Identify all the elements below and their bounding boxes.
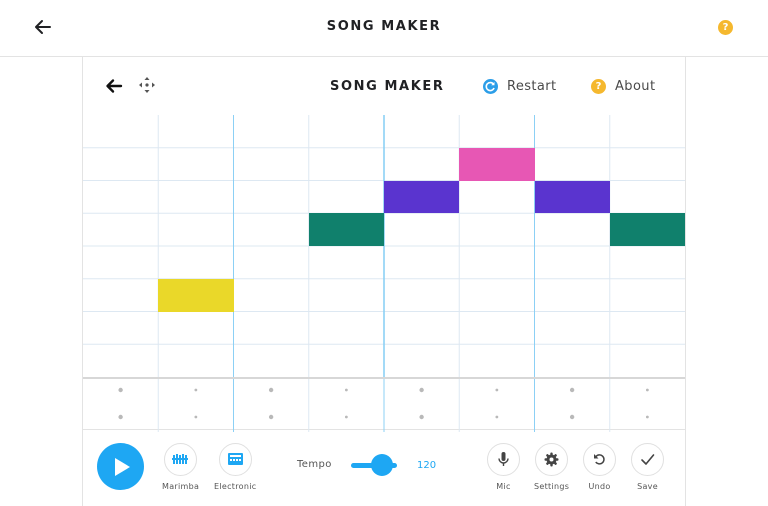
gear-icon <box>535 443 569 476</box>
percussion-dot <box>645 415 649 419</box>
electronic-label: Electronic <box>214 482 257 491</box>
percussion-dot <box>344 415 348 419</box>
top-bar: SONG MAKER ? <box>0 0 768 57</box>
note-block[interactable] <box>384 180 460 214</box>
electronic-icon <box>218 443 252 476</box>
back-arrow-icon[interactable] <box>105 77 123 95</box>
mic-label: Mic <box>496 482 511 491</box>
mic-icon <box>487 443 520 476</box>
save-button[interactable]: Save <box>631 443 664 491</box>
restart-label: Restart <box>507 78 557 94</box>
restart-button[interactable]: Restart <box>483 77 557 95</box>
undo-icon <box>583 443 616 476</box>
percussion-lines <box>118 379 649 432</box>
song-maker-frame: SONG MAKER Restart ? About Marimba Elect… <box>82 57 686 506</box>
settings-label: Settings <box>534 482 570 491</box>
play-icon <box>115 458 130 476</box>
percussion-dot <box>344 388 348 392</box>
marimba-label: Marimba <box>162 482 200 491</box>
settings-button[interactable]: Settings <box>534 443 569 491</box>
note-block[interactable] <box>609 213 685 246</box>
save-label: Save <box>637 482 658 491</box>
percussion-dot <box>118 414 123 420</box>
app-header: SONG MAKER Restart ? About <box>83 57 685 115</box>
about-button[interactable]: ? About <box>591 77 655 95</box>
play-button[interactable] <box>97 443 144 490</box>
electronic-button[interactable]: Electronic <box>214 443 256 491</box>
percussion-dot <box>419 414 424 420</box>
undo-button[interactable]: Undo <box>583 443 616 491</box>
note-block[interactable] <box>459 147 535 181</box>
app-title: SONG MAKER <box>330 79 445 94</box>
about-label: About <box>615 78 656 94</box>
undo-label: Undo <box>588 482 611 491</box>
percussion-dot <box>194 388 198 392</box>
marimba-icon <box>164 443 198 476</box>
note-block[interactable] <box>158 278 234 312</box>
controls-bar: Marimba Electronic Tempo 120 Mic Setting… <box>83 431 685 506</box>
help-icon[interactable]: ? <box>718 20 733 35</box>
melody-grid[interactable] <box>83 115 685 377</box>
tempo-slider[interactable] <box>351 453 397 477</box>
percussion-dot <box>118 387 123 393</box>
page-title: SONG MAKER <box>326 19 442 34</box>
restart-icon <box>483 78 498 94</box>
tempo-value: 120 <box>417 460 437 471</box>
percussion-dot <box>268 387 274 393</box>
grid-lines <box>83 115 685 377</box>
move-icon[interactable] <box>137 75 157 95</box>
note-block[interactable] <box>534 180 610 214</box>
percussion-dot <box>495 388 499 392</box>
note-block[interactable] <box>308 213 384 246</box>
checkmark-icon <box>631 443 664 476</box>
percussion-dot <box>569 387 575 393</box>
percussion-dot <box>569 414 575 420</box>
percussion-dot <box>495 415 499 419</box>
tempo-slider-thumb[interactable] <box>371 454 393 476</box>
percussion-dot <box>194 415 198 419</box>
percussion-dot <box>268 414 274 420</box>
mic-button[interactable]: Mic <box>487 443 520 491</box>
percussion-grid[interactable] <box>83 377 685 432</box>
percussion-dot <box>645 388 649 392</box>
percussion-dot <box>419 387 424 393</box>
help-icon: ? <box>591 78 606 94</box>
tempo-label: Tempo <box>297 459 332 470</box>
marimba-button[interactable]: Marimba <box>162 443 199 491</box>
